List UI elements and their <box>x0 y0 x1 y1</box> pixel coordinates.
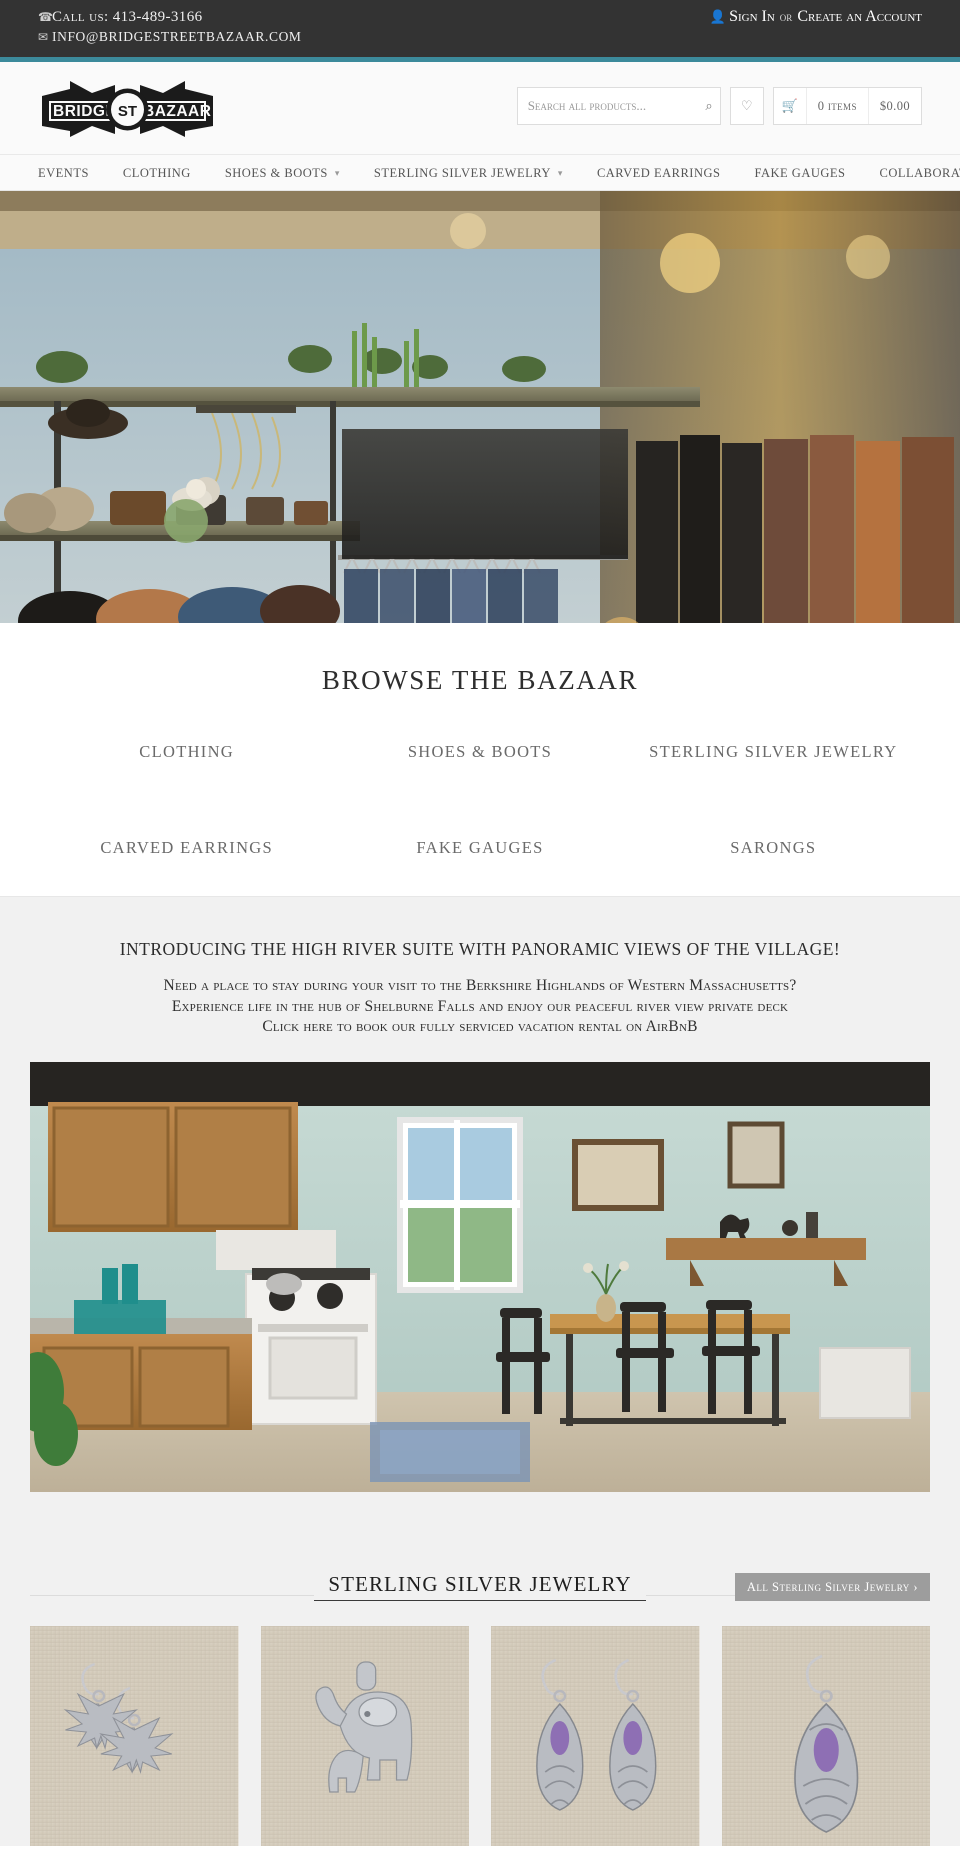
nav-item-collaborate-with-us[interactable]: Collaborate With Us <box>863 166 960 181</box>
product-card[interactable] <box>30 1625 239 1846</box>
main-nav: Events Clothing Shoes & Boots ▾ Sterling Sil… <box>0 155 960 191</box>
chevron-down-icon: ▾ <box>334 167 340 178</box>
nav-item-label: Shoes & Boots <box>224 165 328 180</box>
nav-item-label: Clothing <box>122 165 191 180</box>
all-sterling-silver-jewelry-button[interactable]: All Sterling Silver Jewelry › <box>734 1572 930 1601</box>
nav-item-clothing[interactable]: Clothing <box>106 166 208 181</box>
category-cell: SARONGS <box>627 838 920 858</box>
sign-in-link[interactable]: Sign In <box>729 8 775 25</box>
nav-item-label: Events <box>38 165 89 180</box>
product-card[interactable] <box>260 1625 469 1846</box>
top-utility-bar: ☎Call us: 413-489-3166 ✉ INFO@BRIDGESTREE… <box>0 0 960 62</box>
nav-item-label: Sterling Silver Jewelry <box>373 165 551 180</box>
phone-line[interactable]: ☎Call us: 413-489-3166 <box>38 7 302 27</box>
category-link-clothing[interactable]: CLOTHING <box>139 742 234 761</box>
cart-icon: 🛒 <box>774 88 807 124</box>
category-link-fake-gauges[interactable]: FAKE GAUGES <box>416 838 543 857</box>
category-cell: CLOTHING <box>40 742 333 762</box>
site-header: BRIDGE BAZAAR ST ⌕ ♡ 🛒 0 items $0.00 <box>0 62 960 155</box>
category-grid: CLOTHING SHOES & BOOTS STERLING SILVER JEW… <box>40 742 920 858</box>
nav-item-label: Carved Earrings <box>596 165 721 180</box>
cart-widget[interactable]: 🛒 0 items $0.00 <box>772 87 922 125</box>
email-label: INFO@BRIDGESTREETBAZAAR.COM <box>52 29 302 44</box>
browse-title: BROWSE THE BAZAAR <box>321 665 639 695</box>
promo-heading: INTRODUCING THE HIGH RIVER SUITE WITH PA… <box>119 939 841 959</box>
user-icon: 👤 <box>709 9 727 24</box>
svg-text:BAZAAR: BAZAAR <box>143 103 211 120</box>
product-section-title: STERLING SILVER JEWELRY <box>314 1572 646 1601</box>
category-cell: SHOES & BOOTS <box>333 742 626 762</box>
svg-text:ST: ST <box>118 103 137 120</box>
search-box[interactable]: ⌕ <box>516 87 721 125</box>
email-line[interactable]: ✉ INFO@BRIDGESTREETBAZAAR.COM <box>38 27 302 47</box>
account-links: 👤 Sign In or Create an Account <box>710 8 922 26</box>
nav-item-fake-gauges[interactable]: Fake Gauges <box>737 166 862 181</box>
nav-item-label: Collaborate With Us <box>879 165 960 180</box>
header-tools: ⌕ ♡ 🛒 0 items $0.00 <box>516 87 922 125</box>
cart-item-count: 0 items <box>817 98 857 113</box>
nav-item-shoes-boots[interactable]: Shoes & Boots ▾ <box>208 166 357 181</box>
heart-icon[interactable]: ♡ <box>729 87 764 125</box>
site-logo[interactable]: BRIDGE BAZAAR ST <box>40 78 215 140</box>
product-section-header: STERLING SILVER JEWELRY All Sterling Sil… <box>30 1566 930 1608</box>
promo-line-3[interactable]: Click here to book our fully serviced va… <box>0 1017 960 1038</box>
nav-item-carved-earrings[interactable]: Carved Earrings <box>580 166 738 181</box>
cart-total: $0.00 <box>867 88 921 124</box>
search-icon[interactable]: ⌕ <box>705 99 712 114</box>
promo-line-1: Need a place to stay during your visit t… <box>163 977 797 994</box>
product-grid <box>30 1625 930 1846</box>
category-link-sarongs[interactable]: SARONGS <box>730 838 816 857</box>
category-link-sterling-silver-jewelry[interactable]: STERLING SILVER JEWELRY <box>649 742 897 761</box>
nav-item-sterling-silver-jewelry[interactable]: Sterling Silver Jewelry ▾ <box>357 166 580 181</box>
phone-label: Call us: 413-489-3166 <box>52 9 203 25</box>
envelope-icon: ✉ <box>38 30 49 44</box>
product-card[interactable] <box>721 1625 930 1846</box>
product-card[interactable] <box>491 1625 700 1846</box>
promo-line-2: Experience life in the hub of Shelburne … <box>171 997 789 1015</box>
or-label: or <box>779 9 793 24</box>
category-link-carved-earrings[interactable]: CARVED EARRINGS <box>100 838 273 857</box>
phone-icon: ☎ <box>38 10 54 24</box>
promo-image[interactable] <box>30 1061 930 1492</box>
browse-section: BROWSE THE BAZAAR CLOTHING SHOES & BOOTS S… <box>0 623 960 896</box>
category-cell: FAKE GAUGES <box>333 838 626 858</box>
nav-item-label: Fake Gauges <box>754 165 846 180</box>
contact-info: ☎Call us: 413-489-3166 ✉ INFO@BRIDGESTREE… <box>38 7 302 47</box>
category-cell: CARVED EARRINGS <box>40 838 333 858</box>
category-link-shoes-boots[interactable]: SHOES & BOOTS <box>408 742 552 761</box>
nav-item-events[interactable]: Events <box>38 166 106 181</box>
search-input[interactable] <box>527 98 706 114</box>
promo-section: INTRODUCING THE HIGH RIVER SUITE WITH PA… <box>0 896 960 1532</box>
chevron-down-icon: ▾ <box>557 167 563 178</box>
product-section: STERLING SILVER JEWELRY All Sterling Sil… <box>0 1531 960 1846</box>
create-account-link[interactable]: Create an Account <box>797 8 922 25</box>
category-cell: STERLING SILVER JEWELRY <box>627 742 920 762</box>
hero-banner[interactable] <box>0 191 960 623</box>
